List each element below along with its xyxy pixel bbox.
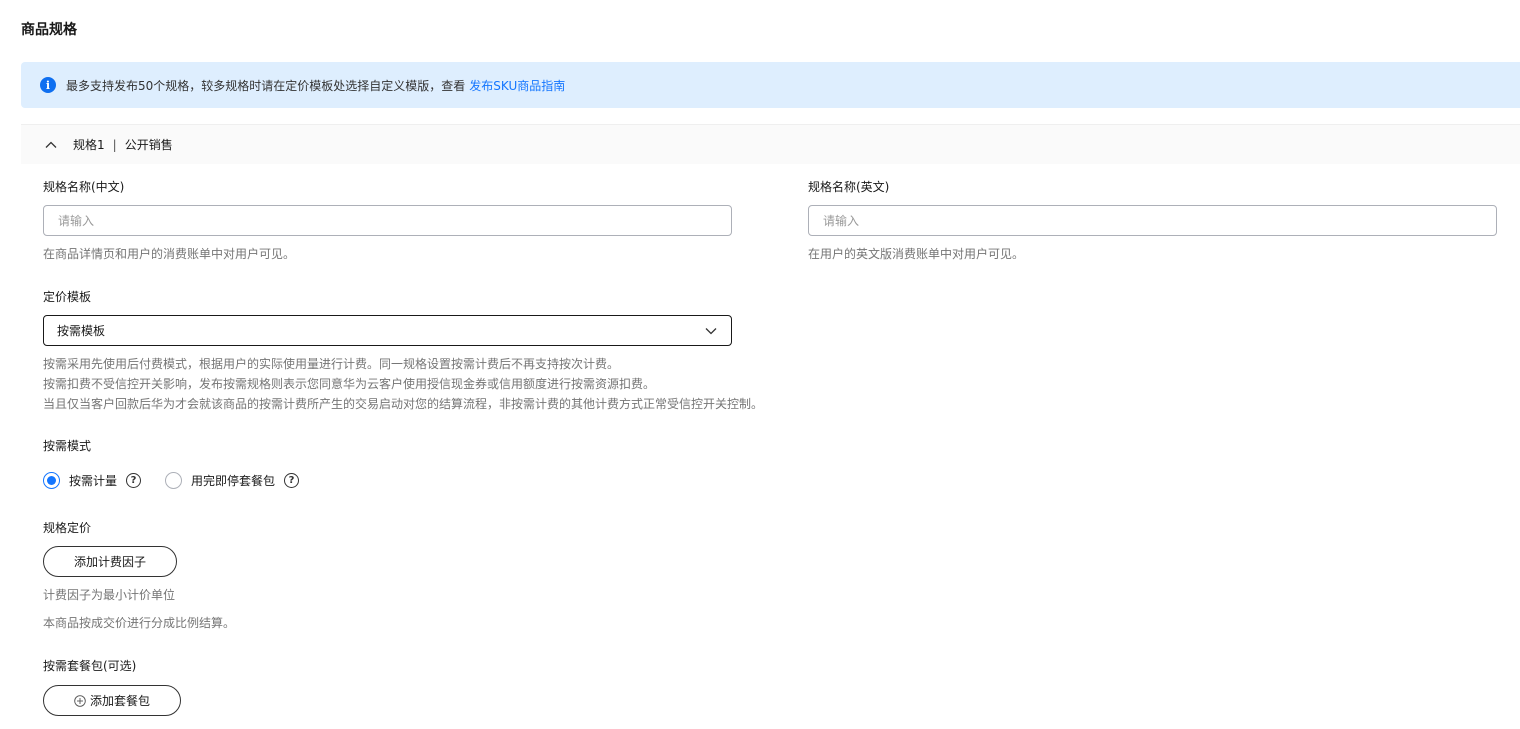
spec-name: 规格1 [73,138,105,152]
pricing-template-label: 定价模板 [43,290,92,304]
add-package-button[interactable]: 添加套餐包 [43,685,181,716]
mode-option-metered-label[interactable]: 按需计量 [69,472,117,489]
pricing-template-select[interactable]: 按需模板 [43,315,732,346]
spec-name-en-hint: 在用户的英文版消费账单中对用户可见。 [808,247,1025,261]
package-label: 按需套餐包(可选) [43,659,137,673]
spec-pricing-hint-1: 计费因子为最小计价单位 [43,588,176,602]
spec-pricing-hint-2: 本商品按成交价进行分成比例结算。 [43,616,236,630]
spec-name-cn-hint: 在商品详情页和用户的消费账单中对用户可见。 [43,247,296,261]
spec-name-en-input[interactable] [808,205,1497,236]
pricing-template-hint-1: 按需采用先使用后付费模式，根据用户的实际使用量进行计费。同一规格设置按需计费后不… [43,357,620,371]
add-billing-factor-button[interactable]: 添加计费因子 [43,546,177,577]
question-circle-icon[interactable]: ? [284,472,300,488]
spec-name-cn-label: 规格名称(中文) [43,180,125,194]
notice-text: 最多支持发布50个规格，较多规格时请在定价模板处选择自定义模版，查看 [66,78,466,93]
mode-option-package-label[interactable]: 用完即停套餐包 [191,472,275,489]
mode-radio-package[interactable] [165,471,183,489]
add-package-label: 添加套餐包 [89,694,150,708]
sku-guide-link[interactable]: 发布SKU商品指南 [469,77,565,94]
mode-label: 按需模式 [43,439,92,453]
add-billing-factor-label: 添加计费因子 [73,555,146,569]
spec-collapse-header[interactable]: 规格1 | 公开销售 [21,124,1520,164]
info-icon: i [40,77,56,93]
plus-circle-icon [74,694,86,707]
product-spec-page: 商品规格 i 最多支持发布50个规格，较多规格时请在定价模板处选择自定义模版，查… [0,0,1520,729]
spec-name-en-label: 规格名称(英文) [808,180,890,194]
pricing-template-hint-3: 当且仅当客户回款后华为才会就该商品的按需计费所产生的交易启动对您的结算流程，非按… [43,397,764,411]
spec-status: 公开销售 [124,138,173,152]
notice-banner: i 最多支持发布50个规格，较多规格时请在定价模板处选择自定义模版，查看 发布S… [21,62,1520,108]
chevron-up-icon[interactable] [45,139,57,151]
spec-pricing-label: 规格定价 [43,521,92,535]
question-circle-icon[interactable]: ? [126,472,142,488]
chevron-down-icon [705,327,717,334]
section-title: 商品规格 [21,22,77,38]
mode-radio-group: 按需计量 ? 用完即停套餐包 ? [43,469,300,491]
mode-option-metered[interactable]: 按需计量 ? [43,471,142,489]
pricing-template-hint-2: 按需扣费不受信控开关影响，发布按需规格则表示您同意华为云客户使用授信现金券或信用… [43,377,656,391]
spec-header-separator: | [112,137,117,152]
mode-radio-metered[interactable] [43,471,60,489]
mode-option-package[interactable]: 用完即停套餐包 ? [165,471,300,489]
pricing-template-value: 按需模板 [57,324,106,338]
spec-name-cn-input[interactable] [43,205,732,236]
